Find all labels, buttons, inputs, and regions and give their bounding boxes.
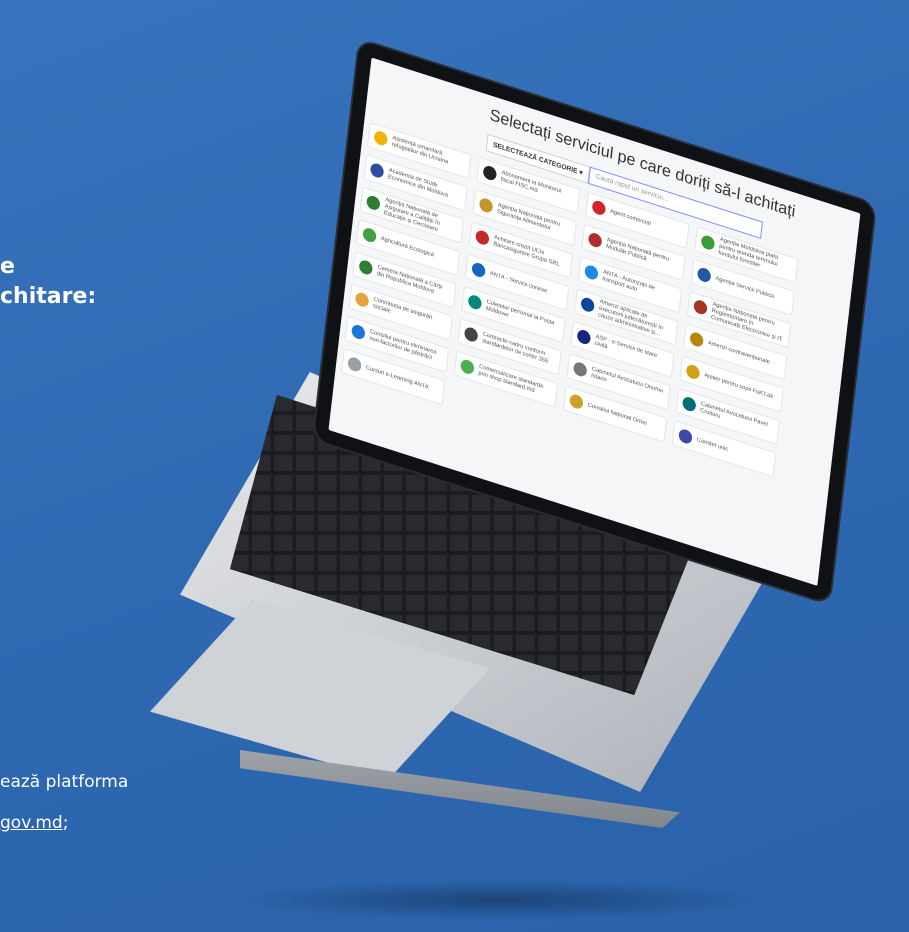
service-logo-icon [365,194,381,212]
service-logo-icon [347,355,362,374]
service-logo-icon [471,261,486,279]
service-logo-icon [681,395,697,413]
service-logo-icon [689,330,705,349]
service-logo-icon [584,263,599,282]
service-card-label: Agenția Servicii Publice [715,275,775,300]
service-logo-icon [475,228,490,247]
service-logo-icon [358,258,374,277]
service-logo-icon [572,360,588,379]
service-logo-icon [678,427,693,446]
service-logo-icon [351,323,366,341]
service-logo-icon [700,233,716,252]
service-card-label: Consiliul Național Orhei [587,401,648,427]
service-logo-icon [696,266,712,284]
service-logo-icon [482,164,498,182]
service-logo-icon [478,196,494,215]
service-logo-icon [569,392,584,411]
service-logo-icon [354,291,370,309]
service-card-label: Amenzi contravenționale [707,339,771,366]
service-card-label: Atelier pentru copii FuKT.dk [703,372,774,400]
service-logo-icon [576,328,592,346]
service-logo-icon [373,129,389,147]
service-logo-icon [693,298,708,316]
service-logo-icon [369,161,385,180]
service-logo-icon [467,293,483,311]
service-logo-icon [587,231,603,249]
laptop-shadow [230,880,770,920]
service-card-label: Agricultură Ecologică [380,235,435,259]
service-logo-icon [460,358,475,376]
service-card-label: Agent comercial [609,208,651,227]
service-card-label: Cursuri e-Learning ANTA [365,364,429,391]
service-logo-icon [591,199,607,217]
service-card-label: ANTA - Servicii conexe [489,270,548,295]
service-logo-icon [463,325,479,344]
service-logo-icon [685,363,701,381]
laptop: Selectați serviciul pe care doriți să-l … [0,0,909,932]
service-logo-icon [580,296,595,314]
service-logo-icon [362,226,377,244]
service-card-label: Comitet unic [696,436,729,453]
